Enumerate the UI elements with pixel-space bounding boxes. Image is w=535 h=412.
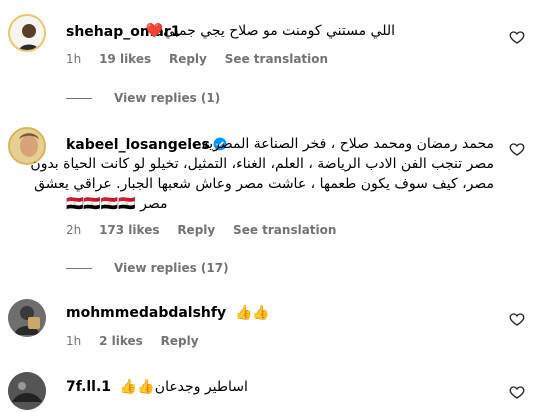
- reply-button[interactable]: Reply: [177, 223, 215, 237]
- comment-likes[interactable]: 173 likes: [99, 223, 159, 237]
- comment-username-link[interactable]: 7f.ll.1: [66, 379, 111, 395]
- reply-button[interactable]: Reply: [161, 334, 199, 348]
- comment-text-line: محمد رمضان ومحمد صلاح ، فخر الصناعة المص…: [192, 136, 494, 152]
- comment-username: mohmmedabdalshfy 👍👍: [66, 305, 270, 321]
- comment-likes[interactable]: 2 likes: [99, 334, 143, 348]
- comment-text: اللي مستني كومنت مو صلاح يجي جمبي❤️: [145, 23, 395, 39]
- see-translation-button[interactable]: See translation: [233, 223, 336, 237]
- heart-outline-icon[interactable]: [509, 29, 525, 45]
- comment-text-line: مصر 🇪🇬🇪🇬🇪🇬🇪🇬: [66, 196, 168, 212]
- avatar[interactable]: [8, 372, 46, 410]
- comment-username-link[interactable]: mohmmedabdalshfy: [66, 305, 226, 321]
- comment-time: 2h: [66, 223, 82, 237]
- comment-username: 7f.ll.1 اساطير وجدعان👍👍: [66, 379, 248, 395]
- comment-meta: 1h 2 likes Reply: [66, 334, 213, 348]
- heart-outline-icon[interactable]: [509, 311, 525, 327]
- comment-time: 1h: [66, 334, 82, 348]
- avatar[interactable]: [8, 14, 46, 52]
- avatar-image: [8, 372, 46, 410]
- avatar[interactable]: [8, 299, 46, 337]
- avatar-image: [10, 16, 44, 50]
- divider-line: [66, 267, 92, 269]
- heart-outline-icon[interactable]: [509, 141, 525, 157]
- comment-likes[interactable]: 19 likes: [99, 52, 151, 66]
- heart-outline-icon[interactable]: [509, 384, 525, 400]
- comment-text-line: مصر تنجب الفن الادب الرياضة ، العلم، الغ…: [30, 156, 494, 172]
- see-translation-button[interactable]: See translation: [225, 52, 328, 66]
- comment-text: اساطير وجدعان👍👍: [119, 379, 248, 395]
- comment-meta: 1h 19 likes Reply See translation: [66, 52, 342, 66]
- divider-line: [66, 97, 92, 99]
- view-replies-button[interactable]: View replies (17): [66, 261, 229, 275]
- reply-button[interactable]: Reply: [169, 52, 207, 66]
- comment-text: 👍👍: [235, 305, 270, 321]
- comment-meta: 2h 173 likes Reply See translation: [66, 223, 350, 237]
- comment-text-line: مصر، كيف سوف يكون طعمها ، عاشت مصر وعاش …: [34, 176, 494, 192]
- view-replies-label: View replies (17): [114, 261, 229, 275]
- view-replies-button[interactable]: View replies (1): [66, 91, 220, 105]
- comment-time: 1h: [66, 52, 82, 66]
- avatar-image: [8, 299, 46, 337]
- view-replies-label: View replies (1): [114, 91, 221, 105]
